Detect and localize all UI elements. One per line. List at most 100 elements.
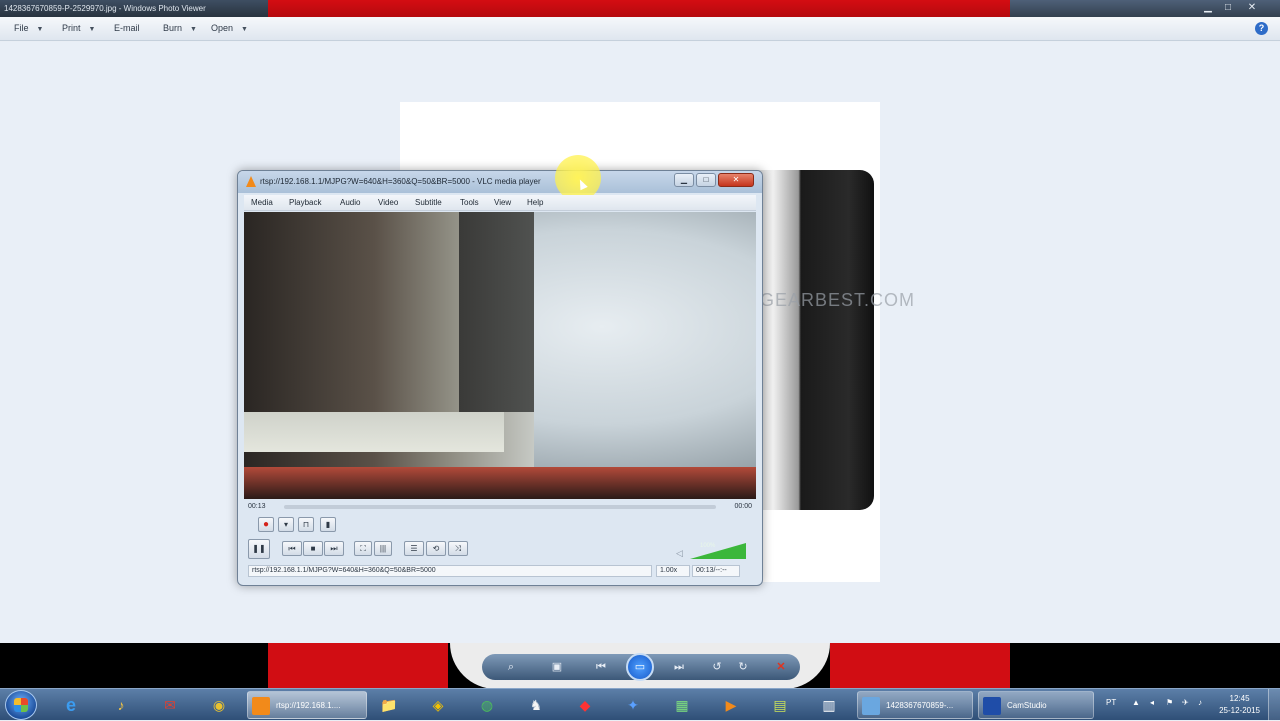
vlc-video-area[interactable]	[244, 212, 756, 499]
menu-print[interactable]: Print ▼	[62, 23, 95, 33]
fullscreen-button[interactable]: ⛶	[354, 541, 372, 556]
chrome-icon[interactable]: ◉	[206, 693, 232, 717]
vlc-menu-video[interactable]: Video	[378, 198, 398, 207]
vlc-menu-help[interactable]: Help	[527, 198, 543, 207]
video-frame-panel	[459, 212, 534, 412]
record-icon: ●	[262, 519, 270, 530]
status-time[interactable]: 00:13/--:--	[692, 565, 740, 577]
loop-ab-button[interactable]: ⊓	[298, 517, 314, 532]
taskbar-camstudio[interactable]: CamStudio	[978, 691, 1094, 719]
stack-app-icon[interactable]: ▤	[767, 693, 793, 717]
zoom-icon[interactable]: ⌕	[500, 657, 522, 677]
vlc-maximize-button[interactable]: □	[696, 173, 716, 187]
photo-viewer-icon	[862, 697, 880, 715]
slideshow-button[interactable]: ▭	[626, 653, 654, 681]
clock[interactable]: 12:45 25-12-2015	[1219, 693, 1260, 717]
vlc-minimize-button[interactable]: ▁	[674, 173, 694, 187]
video-frame-bottom	[244, 467, 756, 499]
language-indicator[interactable]: PT	[1106, 698, 1116, 707]
camera-image	[748, 170, 874, 510]
taskbar-photo-viewer-label: 1428367670859-...	[886, 701, 954, 710]
menu-email[interactable]: E-mail	[114, 23, 148, 33]
show-desktop-button[interactable]	[1268, 689, 1280, 721]
vlc-menubar: Media Playback Audio Video Subtitle Tool…	[244, 195, 756, 211]
random-button[interactable]: ⤨	[448, 541, 468, 556]
clock-time: 12:45	[1229, 694, 1250, 703]
speaker-tray-icon[interactable]: ♪	[1198, 698, 1202, 707]
calc-app-icon[interactable]: ▥	[816, 693, 842, 717]
next-image-icon[interactable]: ⏭	[668, 657, 690, 677]
vlc-window: rtsp://192.168.1.1/MJPG?W=640&H=360&Q=50…	[237, 155, 763, 586]
volume-fill	[690, 543, 746, 559]
vlc-menu-view[interactable]: View	[494, 198, 511, 207]
previous-button[interactable]: ⏮	[282, 541, 302, 556]
vlc-menu-tools[interactable]: Tools	[460, 198, 479, 207]
snapshot-button[interactable]: ▾	[278, 517, 294, 532]
stop-button[interactable]: ■	[303, 541, 323, 556]
playlist-button[interactable]: ☰	[404, 541, 424, 556]
vlc-seek-row: 00:13 00:00	[244, 501, 756, 513]
globe-app-icon[interactable]: ◍	[474, 693, 500, 717]
vlc-menu-audio[interactable]: Audio	[340, 198, 360, 207]
rotate-ccw-icon[interactable]: ↺	[706, 657, 728, 677]
photo-viewer-titlebar: 1428367670859-P-2529970.jpg - Windows Ph…	[0, 0, 1280, 17]
system-tray: PT ▲ ◂ ⚑ ✈ ♪ 12:45 25-12-2015	[1100, 689, 1280, 721]
tray-volume-icon[interactable]: ◂	[1150, 698, 1154, 707]
vlc-menu-subtitle[interactable]: Subtitle	[415, 198, 442, 207]
action-center-icon[interactable]: ⚑	[1166, 698, 1173, 707]
clock-date: 25-12-2015	[1219, 706, 1260, 715]
extended-settings-button[interactable]: |||	[374, 541, 392, 556]
help-icon[interactable]: ?	[1255, 22, 1268, 35]
titlebar-controls-area: ▁ □ ✕	[1010, 0, 1280, 17]
volume-slider[interactable]: 100%	[690, 543, 746, 559]
rotate-cw-icon[interactable]: ↻	[732, 657, 754, 677]
close-button[interactable]: ✕	[1244, 2, 1260, 14]
photo-watermark: GEARBEST.COM	[760, 290, 916, 310]
vlc-close-button[interactable]: ✕	[718, 173, 754, 187]
network-icon[interactable]: ✈	[1182, 698, 1189, 707]
start-button[interactable]	[5, 690, 37, 720]
photo-edge-left	[268, 643, 448, 689]
photo-edge-right	[830, 643, 1010, 689]
pause-button[interactable]: ❚❚	[248, 539, 270, 559]
delete-icon[interactable]: ✕	[770, 657, 792, 677]
seek-slider[interactable]	[284, 505, 716, 509]
explorer-icon[interactable]: 📁	[376, 693, 402, 717]
next-button[interactable]: ⏭	[324, 541, 344, 556]
vlc-menu-media[interactable]: Media	[251, 198, 273, 207]
taskbar-photo-viewer[interactable]: 1428367670859-...	[857, 691, 973, 719]
windows-logo-icon	[14, 698, 28, 712]
volume-label: 100%	[700, 543, 716, 549]
media-app-icon[interactable]: ♪	[108, 693, 134, 717]
time-elapsed: 00:13	[248, 503, 266, 510]
previous-image-icon[interactable]: ⏮	[590, 657, 612, 677]
vlc-title: rtsp://192.168.1.1/MJPG?W=640&H=360&Q=50…	[260, 177, 541, 186]
actual-size-icon[interactable]: ▣	[546, 657, 568, 677]
internet-explorer-icon[interactable]: e	[58, 693, 84, 717]
maximize-button[interactable]: □	[1220, 2, 1236, 14]
vlc-menu-playback[interactable]: Playback	[289, 198, 321, 207]
vlc-titlebar[interactable]: rtsp://192.168.1.1/MJPG?W=640&H=360&Q=50…	[238, 155, 762, 201]
chess-app-icon[interactable]: ♞	[523, 693, 549, 717]
tray-expand-icon[interactable]: ▲	[1132, 698, 1140, 707]
adobe-app-icon[interactable]: ◆	[572, 693, 598, 717]
menu-file[interactable]: File ▼	[14, 23, 43, 33]
status-speed[interactable]: 1.00x	[656, 565, 690, 577]
menu-open[interactable]: Open ▼	[211, 23, 248, 33]
frame-step-button[interactable]: ▮	[320, 517, 336, 532]
photo-viewer-title: 1428367670859-P-2529970.jpg - Windows Ph…	[0, 0, 268, 17]
player-app-icon[interactable]: ▶	[718, 693, 744, 717]
video-frame-shelf	[244, 412, 504, 452]
vlc-icon	[252, 697, 270, 715]
speaker-icon[interactable]: ◁	[676, 548, 683, 559]
taskbar: e ♪ ✉ ◉ rtsp://192.168.1.... 📁 ◈ ◍ ♞ ◆ ✦…	[0, 688, 1280, 721]
grid-app-icon[interactable]: ▦	[669, 693, 695, 717]
menu-burn[interactable]: Burn ▼	[163, 23, 197, 33]
record-button[interactable]: ●	[258, 517, 274, 532]
mail-icon[interactable]: ✉	[157, 693, 183, 717]
taskbar-vlc[interactable]: rtsp://192.168.1....	[247, 691, 367, 719]
camstudio-pinned-icon[interactable]: ✦	[620, 693, 646, 717]
loop-button[interactable]: ⟲	[426, 541, 446, 556]
norton-icon[interactable]: ◈	[425, 693, 451, 717]
minimize-button[interactable]: ▁	[1200, 2, 1216, 14]
